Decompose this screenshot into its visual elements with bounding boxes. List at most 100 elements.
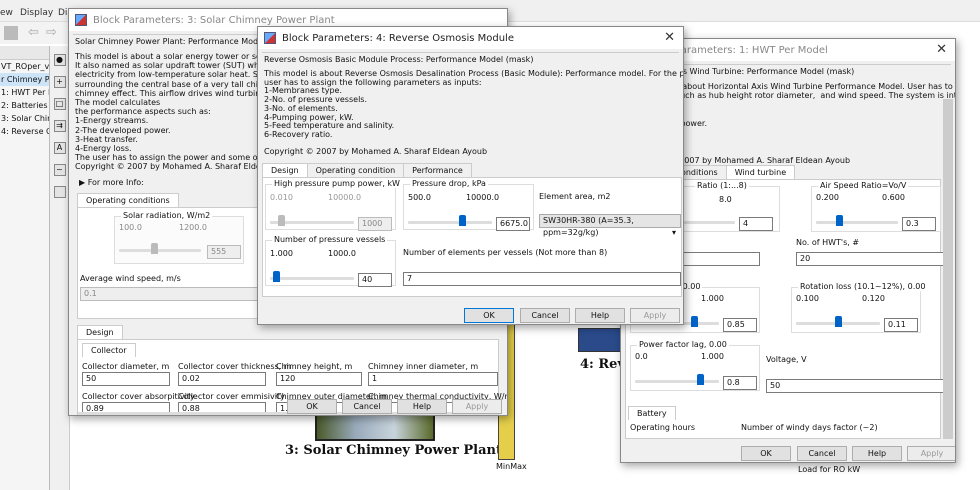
ro-block-label: 4: Rev — [580, 357, 625, 372]
tab-collector[interactable]: Collector — [82, 342, 136, 357]
ratio-input[interactable]: 4 — [739, 217, 773, 231]
apply-button[interactable]: Apply — [630, 308, 680, 323]
efficiency-input[interactable]: 0.85 — [723, 318, 757, 332]
zoom-icon[interactable]: + — [53, 76, 66, 88]
rotation-loss-input[interactable]: 0.11 — [884, 318, 918, 332]
fit-icon[interactable]: □ — [53, 98, 66, 110]
tab-operating-condition[interactable]: Operating condition — [306, 163, 405, 177]
ro-block[interactable] — [578, 328, 623, 352]
close-icon[interactable]: ✕ — [936, 42, 947, 57]
slider-max: 10000.0 — [328, 193, 362, 202]
browser-item[interactable]: 1: HWT Per M — [0, 86, 49, 99]
group-label: Rotation loss (10.1~12%), 0.00 — [798, 282, 928, 291]
menu-display[interactable]: Display — [20, 8, 53, 18]
browser-item[interactable]: 3: Solar Chimn — [0, 112, 49, 125]
solar-block-label: 3: Solar Chimney Power Plant — [285, 443, 502, 458]
save-icon[interactable] — [4, 26, 18, 40]
palette-strip: ● + □ ⇉ A ~ — [50, 46, 70, 490]
back-icon[interactable]: ⇦ — [28, 25, 39, 40]
vertical-scrollbar[interactable] — [943, 99, 953, 439]
slider-thumb[interactable] — [691, 316, 698, 327]
group-label: Pressure drop, kPa — [410, 179, 488, 188]
power-factor-slider[interactable] — [635, 380, 719, 383]
menu-view[interactable]: ew — [0, 8, 13, 18]
slider-max: 0.600 — [882, 193, 905, 202]
slider-min: 500.0 — [408, 193, 431, 202]
block-icon — [75, 14, 87, 26]
field-input[interactable]: 120 — [276, 371, 362, 386]
ok-button[interactable]: OK — [287, 399, 337, 414]
air-speed-slider[interactable] — [816, 221, 898, 224]
apply-button[interactable]: Apply — [907, 446, 955, 461]
field-label: Chimney height, m — [276, 361, 353, 371]
ok-button[interactable]: OK — [741, 446, 791, 461]
slider-max: 1000.0 — [328, 249, 356, 258]
browser-item[interactable]: 4: Reverse Os — [0, 125, 49, 138]
pump-power-input[interactable]: 1000 — [358, 217, 392, 231]
voltage-input[interactable]: 50 — [766, 379, 946, 393]
pressure-drop-input[interactable]: 6675.0 — [496, 217, 530, 231]
slider-thumb[interactable] — [277, 215, 285, 226]
slider-max: 0.120 — [862, 294, 885, 303]
tab-design[interactable]: Design — [77, 324, 123, 339]
area-icon[interactable] — [53, 186, 66, 198]
arrows-icon[interactable]: ⇉ — [53, 120, 66, 132]
tab-design[interactable]: Design — [262, 163, 308, 177]
annotation-icon[interactable]: A — [53, 142, 66, 154]
close-icon[interactable]: ✕ — [664, 30, 675, 45]
slider-thumb[interactable] — [835, 316, 842, 327]
nhwt-label: No. of HWT's, # — [796, 238, 860, 247]
tab-wind-turbine[interactable]: Wind turbine — [725, 165, 796, 179]
browser-item[interactable]: VT_ROper_vd2 — [0, 60, 49, 73]
dialog-title: Block Parameters: 4: Reverse Osmosis Mod… — [282, 32, 514, 44]
load-label: Load for RO kW — [798, 465, 861, 474]
tab-performance[interactable]: Performance — [403, 163, 472, 177]
solar-chimney-block[interactable] — [315, 413, 435, 441]
wind-speed-input[interactable]: 0.1 — [80, 286, 270, 301]
browser-item[interactable]: 2: Batteries ba — [0, 99, 49, 112]
slider-max: 1.000 — [701, 352, 724, 361]
slider-max: 1.000 — [701, 294, 724, 303]
help-button[interactable]: Help — [575, 308, 625, 323]
browser-item[interactable]: r Chimney Pow — [0, 73, 49, 86]
field-label: Collector diameter, m — [82, 361, 170, 371]
slider-thumb[interactable] — [150, 242, 158, 254]
elements-input[interactable]: 7 — [403, 272, 681, 286]
cancel-button[interactable]: Cancel — [797, 446, 847, 461]
image-icon[interactable]: ~ — [53, 164, 66, 176]
model-browser: VT_ROper_vd2 r Chimney Pow 1: HWT Per M … — [0, 46, 50, 490]
tab-operating-conditions[interactable]: Operating conditions — [77, 192, 179, 207]
field-input[interactable]: 0.02 — [178, 371, 266, 386]
power-factor-input[interactable]: 0.8 — [723, 376, 757, 390]
pressure-drop-slider[interactable] — [408, 221, 492, 224]
tab-battery[interactable]: Battery — [628, 406, 676, 420]
vessels-input[interactable]: 40 — [358, 273, 392, 287]
slider-thumb[interactable] — [273, 271, 281, 282]
air-speed-input[interactable]: 0.3 — [902, 217, 936, 231]
description: This model is about Reverse Osmosis Desa… — [264, 69, 683, 157]
cancel-button[interactable]: Cancel — [520, 308, 570, 323]
field-input[interactable]: 50 — [82, 371, 170, 386]
slider-thumb[interactable] — [697, 374, 705, 385]
forward-icon[interactable]: ⇨ — [46, 25, 57, 40]
nhwt-input[interactable]: 20 — [796, 252, 946, 266]
element-area-select[interactable]: SW30HR-380 (A=35.3, ppm=32g/kg) ▾ — [539, 214, 681, 237]
slider-thumb[interactable] — [458, 215, 466, 226]
ok-button[interactable]: OK — [464, 308, 514, 323]
cancel-button[interactable]: Cancel — [342, 399, 392, 414]
group-label: Power factor lag, 0.00 — [637, 340, 729, 349]
vessels-slider[interactable] — [270, 277, 354, 280]
help-button[interactable]: Help — [852, 446, 902, 461]
operating-hours-label: Operating hours — [630, 423, 696, 432]
help-button[interactable]: Help — [397, 399, 447, 414]
slider-max: 10000.0 — [466, 193, 500, 202]
field-input[interactable]: 1 — [368, 371, 498, 386]
chevron-down-icon: ▾ — [671, 228, 676, 237]
wind-speed-label: Average wind speed, m/s — [80, 273, 181, 283]
voltage-label: Voltage, V — [766, 355, 807, 364]
apply-button[interactable]: Apply — [452, 399, 502, 414]
slider-thumb[interactable] — [835, 215, 843, 226]
solar-radiation-slider[interactable] — [119, 248, 201, 252]
solar-radiation-input[interactable]: 555 — [207, 244, 241, 259]
hide-icon[interactable]: ● — [53, 54, 66, 66]
